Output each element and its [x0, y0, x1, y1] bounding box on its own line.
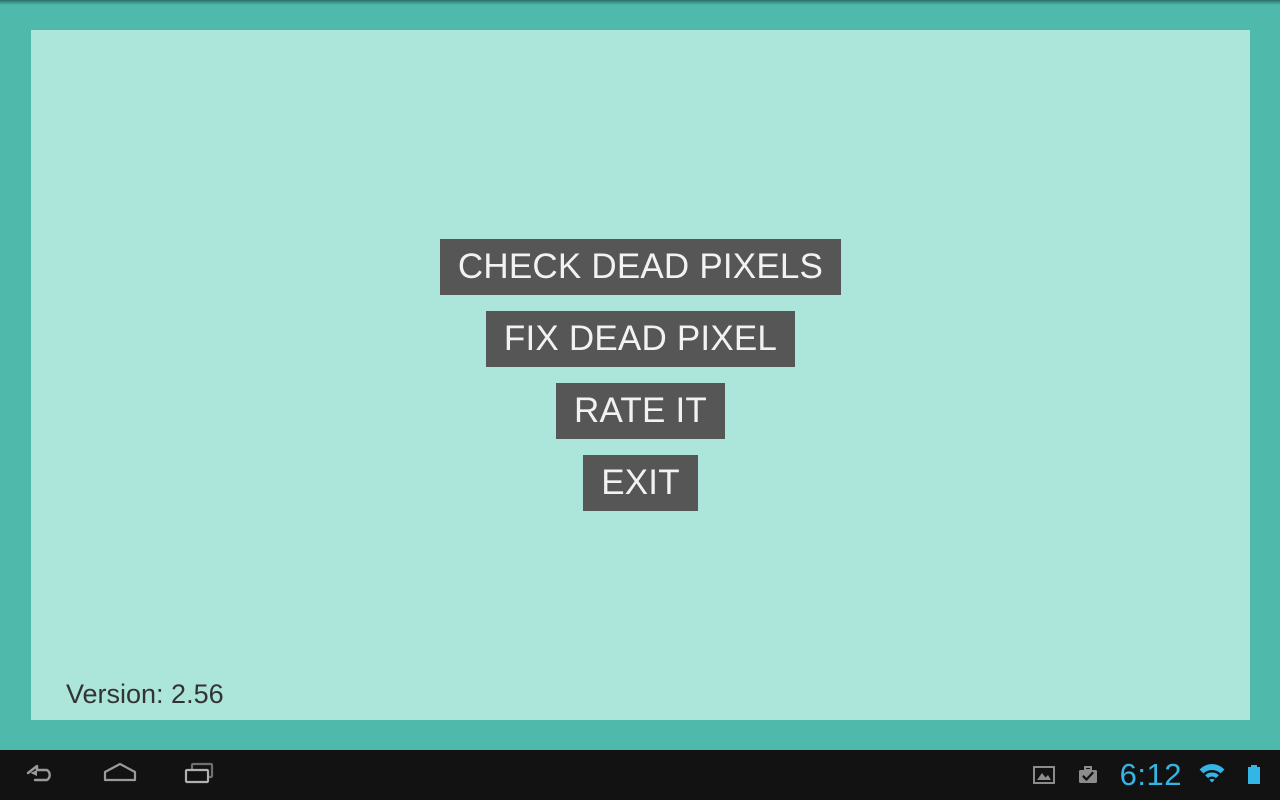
back-button[interactable]: [0, 750, 80, 800]
check-dead-pixels-button[interactable]: CHECK DEAD PIXELS: [439, 239, 842, 295]
device-screen: CHECK DEAD PIXELS FIX DEAD PIXEL RATE IT…: [0, 0, 1280, 800]
recents-icon: [178, 759, 222, 792]
home-icon: [98, 759, 142, 792]
recents-button[interactable]: [160, 750, 240, 800]
button-stack: CHECK DEAD PIXELS FIX DEAD PIXEL RATE IT…: [31, 30, 1250, 720]
app-frame: CHECK DEAD PIXELS FIX DEAD PIXEL RATE IT…: [0, 0, 1280, 750]
battery-full-icon[interactable]: [1236, 750, 1272, 800]
fix-dead-pixel-button[interactable]: FIX DEAD PIXEL: [485, 311, 796, 367]
rate-it-button[interactable]: RATE IT: [556, 383, 725, 439]
android-navigation-bar: 6:12: [0, 750, 1280, 800]
version-label: Version: 2.56: [66, 679, 224, 709]
navigation-buttons: [0, 750, 240, 800]
top-edge-shadow: [0, 0, 1280, 5]
exit-button[interactable]: EXIT: [583, 455, 698, 511]
briefcase-check-icon[interactable]: [1066, 750, 1110, 800]
image-icon[interactable]: [1022, 750, 1066, 800]
wifi-icon[interactable]: [1188, 750, 1236, 800]
content-panel: CHECK DEAD PIXELS FIX DEAD PIXEL RATE IT…: [31, 30, 1250, 720]
back-icon: [18, 759, 62, 792]
status-icons: 6:12: [1022, 750, 1272, 800]
status-clock: 6:12: [1119, 757, 1182, 792]
home-button[interactable]: [80, 750, 160, 800]
